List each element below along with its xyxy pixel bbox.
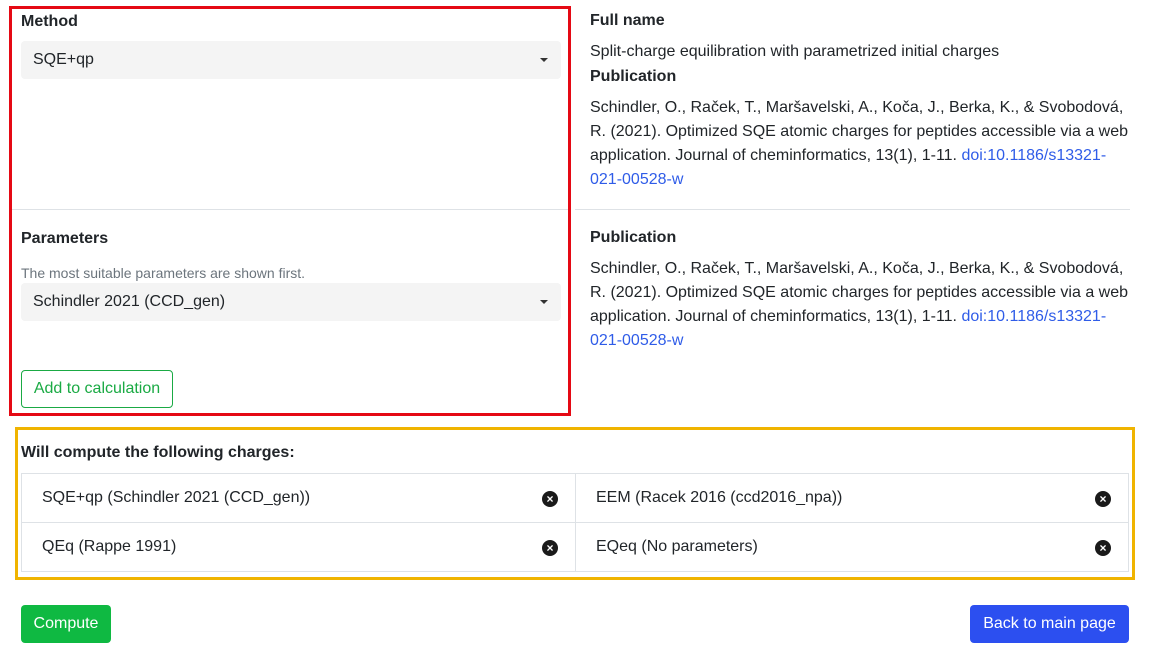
publication-line-text: application. Journal of cheminformatics,… [590, 147, 962, 164]
publication-line: application. Journal of cheminformatics,… [590, 144, 1135, 168]
doi-link-continued[interactable]: 021-00528-w [590, 332, 683, 349]
full-name-title: Full name [590, 12, 665, 29]
compute-button[interactable]: Compute [21, 605, 111, 643]
parameters-publication-title: Publication [590, 229, 677, 246]
charges-panel: Will compute the following charges: SQE+… [15, 427, 1135, 580]
parameters-hint: The most suitable parameters are shown f… [21, 265, 306, 281]
publication-line-text: application. Journal of cheminformatics,… [590, 308, 962, 325]
method-parameters-panel: Method SQE+qp Parameters The most suitab… [9, 6, 571, 416]
parameters-label: Parameters [21, 230, 109, 247]
caret-down-icon [540, 58, 548, 62]
publication-line: 021-00528-w [590, 329, 1135, 353]
charge-item-label: EEM (Racek 2016 (ccd2016_npa)) [596, 489, 843, 506]
divider [12, 209, 568, 210]
publication-line: R. (2021). Optimized SQE atomic charges … [590, 123, 1129, 140]
caret-down-icon [540, 300, 548, 304]
method-label: Method [21, 13, 78, 30]
doi-link[interactable]: doi:10.1186/s13321- [961, 308, 1106, 325]
charge-item: SQE+qp (Schindler 2021 (CCD_gen)) × [21, 473, 576, 523]
remove-icon[interactable]: × [1095, 540, 1111, 556]
remove-icon[interactable]: × [1095, 491, 1111, 507]
page: Method SQE+qp Parameters The most suitab… [0, 0, 1150, 654]
parameters-select-value: Schindler 2021 (CCD_gen) [33, 293, 226, 310]
method-publication-title: Publication [590, 68, 677, 85]
doi-link-continued[interactable]: 021-00528-w [590, 171, 683, 188]
add-to-calculation-button[interactable]: Add to calculation [21, 370, 173, 408]
charge-item-label: SQE+qp (Schindler 2021 (CCD_gen)) [42, 489, 311, 506]
method-select[interactable]: SQE+qp [21, 41, 561, 79]
parameters-select[interactable]: Schindler 2021 (CCD_gen) [21, 283, 561, 321]
publication-line: application. Journal of cheminformatics,… [590, 305, 1135, 329]
charge-item: EEM (Racek 2016 (ccd2016_npa)) × [575, 473, 1129, 523]
publication-line: 021-00528-w [590, 168, 1135, 192]
charge-item: EQeq (No parameters) × [575, 522, 1129, 572]
charge-item-label: QEq (Rappe 1991) [42, 538, 177, 555]
charges-title: Will compute the following charges: [21, 444, 295, 461]
divider [575, 209, 1130, 210]
method-select-value: SQE+qp [33, 51, 94, 68]
publication-line: R. (2021). Optimized SQE atomic charges … [590, 284, 1129, 301]
back-to-main-page-button[interactable]: Back to main page [970, 605, 1129, 643]
charge-item: QEq (Rappe 1991) × [21, 522, 576, 572]
publication-line: Schindler, O., Raček, T., Maršavelski, A… [590, 99, 1124, 116]
full-name-text: Split-charge equilibration with parametr… [590, 43, 1000, 60]
remove-icon[interactable]: × [542, 491, 558, 507]
remove-icon[interactable]: × [542, 540, 558, 556]
publication-line: Schindler, O., Raček, T., Maršavelski, A… [590, 260, 1124, 277]
method-publication-text: Schindler, O., Raček, T., Maršavelski, A… [590, 96, 1135, 192]
charge-item-label: EQeq (No parameters) [596, 538, 758, 555]
doi-link[interactable]: doi:10.1186/s13321- [961, 147, 1106, 164]
parameters-publication-text: Schindler, O., Raček, T., Maršavelski, A… [590, 257, 1135, 353]
